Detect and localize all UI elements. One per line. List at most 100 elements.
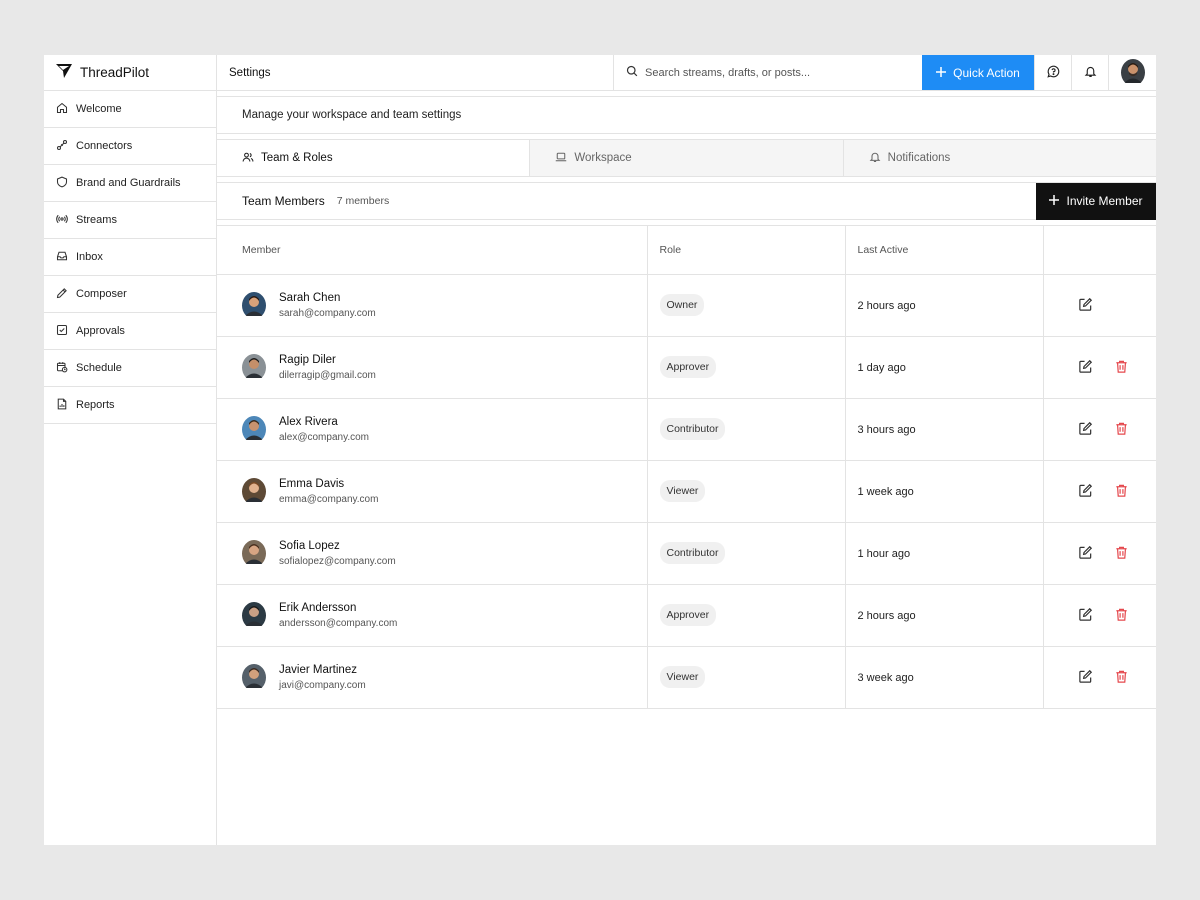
team-members-header: Team Members 7 members Invite Member: [217, 182, 1156, 220]
sidebar-item-label: Composer: [76, 288, 127, 300]
avatar: [1120, 59, 1145, 86]
bell-icon: [1084, 65, 1097, 81]
member-name: Sofia Lopez: [279, 539, 340, 552]
member-email: emma@company.com: [279, 493, 379, 505]
role-badge: Contributor: [659, 542, 726, 564]
column-header-member: Member: [217, 226, 648, 275]
notifications-button[interactable]: [1071, 55, 1108, 90]
sidebar-item-streams[interactable]: Streams: [44, 202, 216, 239]
member-email: sarah@company.com: [279, 307, 376, 319]
avatar: [242, 601, 266, 629]
sidebar-item-approvals[interactable]: Approvals: [44, 313, 216, 350]
search-bar[interactable]: [613, 55, 922, 90]
delete-button[interactable]: [1114, 669, 1130, 685]
help-circle-icon: [1046, 65, 1060, 81]
edit-icon: [1078, 297, 1093, 313]
sidebar-item-schedule[interactable]: Schedule: [44, 350, 216, 387]
table-header-row: Member Role Last Active: [217, 226, 1156, 275]
quick-action-button[interactable]: Quick Action: [922, 55, 1034, 90]
avatar: [242, 353, 266, 381]
invite-member-label: Invite Member: [1066, 194, 1143, 208]
member-name: Alex Rivera: [279, 415, 338, 428]
edit-button[interactable]: [1078, 421, 1094, 437]
delete-button[interactable]: [1114, 607, 1130, 623]
tab-label: Workspace: [574, 152, 632, 164]
sidebar-item-inbox[interactable]: Inbox: [44, 239, 216, 276]
team-members-title: Team Members: [242, 194, 325, 208]
last-active: 3 hours ago: [857, 424, 916, 436]
member-name: Emma Davis: [279, 477, 345, 490]
search-input[interactable]: [645, 66, 895, 79]
sidebar-item-label: Approvals: [76, 325, 125, 337]
brand-name: ThreadPilot: [80, 65, 150, 80]
delete-button[interactable]: [1114, 483, 1130, 499]
laptop-icon: [555, 151, 567, 166]
avatar: [242, 539, 266, 567]
tab-label: Team & Roles: [261, 152, 333, 164]
table-row: Emma Davis emma@company.com Viewer 1 wee…: [217, 460, 1156, 523]
edit-button[interactable]: [1078, 359, 1094, 375]
delete-button[interactable]: [1114, 545, 1130, 561]
sidebar-item-label: Brand and Guardrails: [76, 177, 181, 189]
sidebar-item-label: Streams: [76, 214, 117, 226]
role-badge: Approver: [659, 604, 717, 626]
tab-label: Notifications: [887, 152, 951, 164]
member-name: Ragip Diler: [279, 353, 336, 366]
sidebar-item-composer[interactable]: Composer: [44, 276, 216, 313]
brand[interactable]: ThreadPilot: [44, 55, 216, 91]
member-email: andersson@company.com: [279, 617, 398, 629]
trash-icon: [1114, 545, 1129, 561]
check-square-icon: [56, 324, 68, 339]
role-badge: Viewer: [659, 666, 706, 688]
member-email: alex@company.com: [279, 431, 369, 443]
file-report-icon: [56, 398, 68, 413]
edit-button[interactable]: [1078, 669, 1094, 685]
invite-member-button[interactable]: Invite Member: [1036, 182, 1156, 220]
plug-icon: [56, 139, 68, 154]
plus-icon: [936, 66, 947, 80]
top-bar: Settings Quick Action: [217, 55, 1156, 91]
help-button[interactable]: [1034, 55, 1071, 90]
settings-tabs: Team & Roles Workspace Notifications: [217, 140, 1156, 177]
table-row: Alex Rivera alex@company.com Contributor…: [217, 398, 1156, 461]
avatar: [242, 291, 266, 319]
sidebar-item-brand-and-guardrails[interactable]: Brand and Guardrails: [44, 165, 216, 202]
edit-icon: [1078, 607, 1093, 623]
edit-button[interactable]: [1078, 545, 1094, 561]
last-active: 2 hours ago: [857, 610, 916, 622]
column-header-role: Role: [647, 226, 846, 275]
delete-button[interactable]: [1114, 359, 1130, 375]
quick-action-label: Quick Action: [953, 65, 1020, 80]
edit-button[interactable]: [1078, 483, 1094, 499]
table-row: Erik Andersson andersson@company.com App…: [217, 584, 1156, 647]
tab-notifications[interactable]: Notifications: [843, 140, 1156, 176]
member-name: Javier Martinez: [279, 663, 357, 676]
edit-button[interactable]: [1078, 607, 1094, 623]
member-name: Sarah Chen: [279, 291, 341, 304]
sidebar-item-welcome[interactable]: Welcome: [44, 91, 216, 128]
main-content: Settings Quick Action Manage your: [217, 55, 1156, 845]
avatar: [242, 477, 266, 505]
user-menu-button[interactable]: [1108, 55, 1156, 90]
column-header-actions: [1043, 226, 1156, 275]
member-email: javi@company.com: [279, 679, 366, 691]
edit-icon: [1078, 545, 1093, 561]
sidebar-item-connectors[interactable]: Connectors: [44, 128, 216, 165]
plus-icon: [1049, 194, 1060, 208]
member-name: Erik Andersson: [279, 601, 357, 614]
trash-icon: [1114, 669, 1129, 685]
sidebar: ThreadPilot Welcome Connectors Brand and…: [44, 55, 217, 845]
home-icon: [56, 102, 68, 117]
tab-team-and-roles[interactable]: Team & Roles: [217, 140, 531, 176]
last-active: 1 week ago: [857, 486, 914, 498]
sidebar-item-label: Inbox: [76, 251, 103, 263]
edit-button[interactable]: [1078, 297, 1094, 313]
tab-workspace[interactable]: Workspace: [530, 140, 844, 176]
delete-button[interactable]: [1114, 421, 1130, 437]
sidebar-item-label: Connectors: [76, 140, 133, 152]
page-subtitle: Manage your workspace and team settings: [217, 97, 1156, 134]
last-active: 2 hours ago: [857, 300, 916, 312]
sidebar-item-label: Schedule: [76, 362, 122, 374]
threadpilot-logo-icon: [56, 64, 72, 81]
sidebar-item-reports[interactable]: Reports: [44, 387, 216, 424]
